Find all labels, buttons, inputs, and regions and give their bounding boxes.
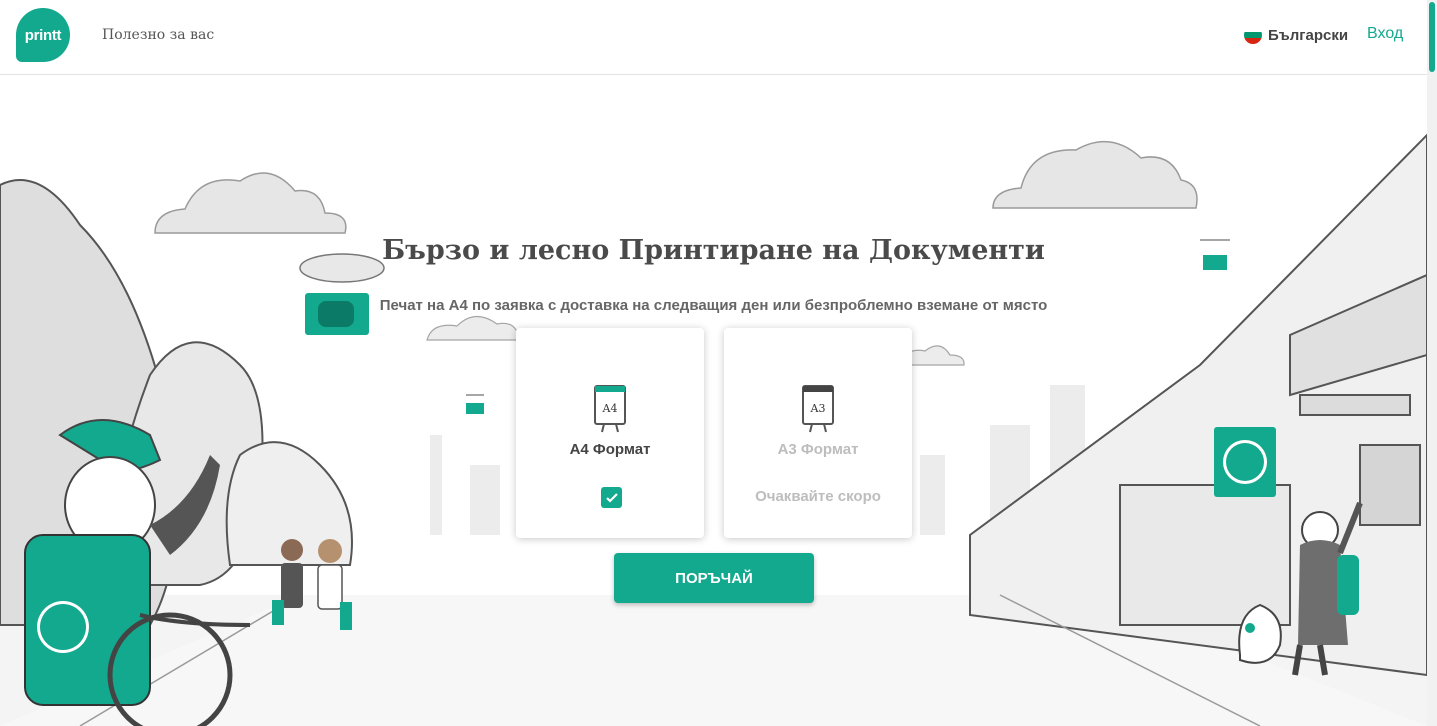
- format-card-a4[interactable]: A4 А4 Формат: [516, 328, 704, 538]
- a3-document-icon: A3: [802, 385, 834, 433]
- a4-checkbox[interactable]: [601, 487, 622, 508]
- cloud-right: [992, 140, 1198, 209]
- order-button[interactable]: ПОРЪЧАЙ: [614, 553, 814, 603]
- bulgarian-flag-icon: [1244, 26, 1262, 44]
- hero-illustration: [0, 75, 1427, 726]
- top-header: printt Полезно за вас Български Вход: [0, 0, 1427, 75]
- hero-subtitle: Печат на А4 по заявка с доставка на след…: [379, 297, 1048, 314]
- a4-title: А4 Формат: [569, 441, 651, 458]
- scroll-thumb[interactable]: [1429, 2, 1435, 72]
- page-scrollbar[interactable]: [1427, 0, 1437, 726]
- format-card-a3: A3 А3 Формат Очаквайте скоро: [724, 328, 912, 538]
- printt-logo[interactable]: printt: [16, 8, 70, 62]
- a3-coming-soon: Очаквайте скоро: [755, 488, 881, 505]
- printt-sign: [1214, 427, 1276, 497]
- a4-document-icon: A4: [594, 385, 626, 433]
- a3-icon-label: A3: [810, 402, 826, 415]
- cloud-left: [154, 172, 347, 234]
- a4-icon-label: A4: [602, 402, 618, 415]
- language-label: Български: [1268, 26, 1349, 44]
- checkbox-check-icon: [605, 492, 618, 503]
- a3-title: А3 Формат: [777, 441, 859, 458]
- street-scene-illustration: [0, 133, 1427, 726]
- drone-left-icon: [299, 253, 385, 335]
- hero-title: Бързо и лесно Принтиране на Документи: [382, 235, 1045, 266]
- language-selector[interactable]: Български: [1244, 26, 1348, 44]
- logo-text: printt: [24, 26, 62, 44]
- nav-useful-link[interactable]: Полезно за вас: [102, 27, 214, 43]
- login-link[interactable]: Вход: [1367, 25, 1403, 43]
